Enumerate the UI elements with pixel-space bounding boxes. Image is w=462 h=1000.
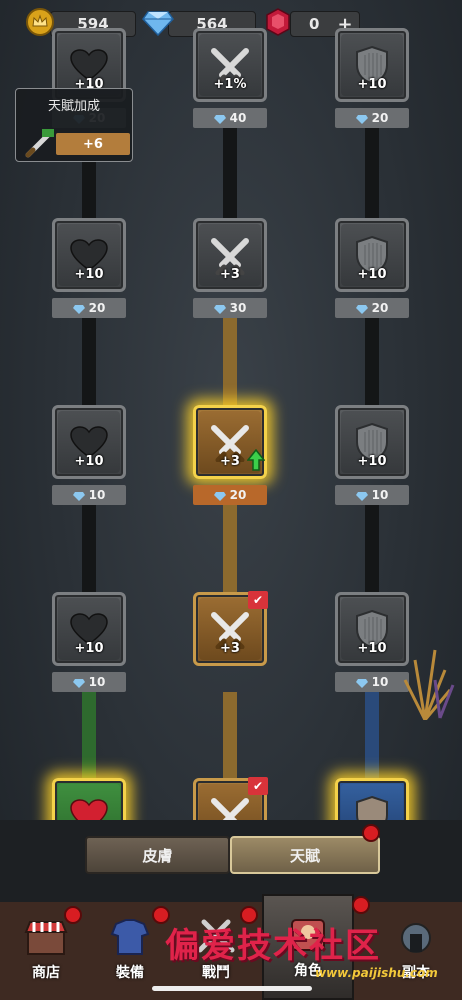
node-cost: 20 <box>193 485 267 505</box>
left-track <box>82 318 96 406</box>
cost-value: 20 <box>88 301 106 315</box>
node-value: +3 <box>220 267 240 282</box>
armor-icon <box>110 919 150 955</box>
cost-value: 10 <box>371 675 389 689</box>
node-value: +10 <box>357 641 387 656</box>
node-value: +10 <box>357 77 387 92</box>
talent-node-attack[interactable]: +3 <box>193 218 267 292</box>
talent-bonus-card: 天賦加成 +6 <box>15 88 133 162</box>
notification-dot <box>362 824 380 842</box>
sword-icon <box>24 129 56 159</box>
diamond-icon <box>355 303 368 314</box>
left-track <box>82 160 96 218</box>
node-value: +10 <box>74 454 104 469</box>
cost-value: 10 <box>88 488 106 502</box>
cost-value: 20 <box>371 301 389 315</box>
node-value: +10 <box>357 454 387 469</box>
right-track <box>365 505 379 593</box>
tab-skin-label: 皮膚 <box>142 846 173 865</box>
grass-decoration <box>403 649 455 720</box>
talent-node-health[interactable]: +10 <box>52 218 126 292</box>
watermark: 偏爱技术社区 www.paijishu.com <box>165 918 455 988</box>
watermark-url: www.paijishu.com <box>315 966 438 980</box>
right-track-active <box>365 692 379 780</box>
nav-shop-label: 商店 <box>32 965 60 981</box>
diamond-icon <box>72 490 85 501</box>
node-cost: 30 <box>193 298 267 318</box>
diamond-icon <box>72 303 85 314</box>
node-value: +10 <box>74 267 104 282</box>
notification-dot <box>64 906 82 924</box>
bonus-value: +6 <box>56 133 130 155</box>
talent-node-health[interactable]: +10 <box>52 592 126 666</box>
node-cost: 20 <box>52 298 126 318</box>
diamond-icon <box>213 303 226 314</box>
watermark-text: 偏爱技术社区 <box>165 926 381 966</box>
cost-value: 20 <box>371 111 389 125</box>
node-value: +1% <box>213 77 247 92</box>
nav-equip-label: 裝備 <box>116 965 144 981</box>
node-cost: 40 <box>193 108 267 128</box>
talent-node-attack-unlocked[interactable]: +3 ✔ <box>193 591 268 666</box>
mid-track-active <box>223 505 237 593</box>
diamond-icon <box>355 490 368 501</box>
cost-value: 10 <box>371 488 389 502</box>
checkmark-icon: ✔ <box>248 777 268 795</box>
tab-talent[interactable]: 天賦 <box>230 836 380 874</box>
node-cost: 20 <box>335 108 409 128</box>
upgrade-arrow-icon <box>247 449 265 471</box>
sub-tabs: 皮膚 天賦 <box>0 820 462 902</box>
talent-node-armor[interactable]: +10 <box>335 218 409 292</box>
cost-value: 20 <box>229 488 247 502</box>
node-cost: 10 <box>52 485 126 505</box>
mid-track-active <box>223 318 237 406</box>
talent-node-attack-upgradable[interactable]: +3 <box>193 405 267 479</box>
tab-talent-label: 天賦 <box>289 846 320 865</box>
talent-node-crit[interactable]: +1% <box>193 28 267 102</box>
diamond-icon <box>355 677 368 688</box>
right-track <box>365 128 379 218</box>
notification-dot <box>352 896 370 914</box>
bonus-title: 天賦加成 <box>47 99 100 114</box>
cost-value: 10 <box>88 675 106 689</box>
shop-icon <box>24 921 68 955</box>
mid-track <box>223 128 237 218</box>
left-track <box>82 505 96 593</box>
talent-node-armor[interactable]: +10 <box>335 405 409 479</box>
talent-node-health[interactable]: +10 <box>52 405 126 479</box>
tab-skin[interactable]: 皮膚 <box>85 836 230 874</box>
mid-track-active <box>223 692 237 780</box>
diamond-icon <box>142 6 174 38</box>
left-track-active <box>82 692 96 780</box>
diamond-icon <box>213 113 226 124</box>
node-value: +10 <box>74 641 104 656</box>
node-value: +10 <box>357 267 387 282</box>
checkmark-icon: ✔ <box>248 591 268 609</box>
node-cost: 10 <box>52 672 126 692</box>
right-track <box>365 318 379 406</box>
node-value: +3 <box>220 641 240 656</box>
cost-value: 40 <box>229 111 247 125</box>
node-cost: 20 <box>335 298 409 318</box>
diamond-icon <box>213 490 226 501</box>
ruby-amount: 0 <box>309 15 320 33</box>
diamond-icon <box>355 113 368 124</box>
cost-value: 30 <box>229 301 247 315</box>
home-indicator[interactable] <box>152 986 312 991</box>
node-cost: 10 <box>335 485 409 505</box>
talent-node-armor[interactable]: +10 <box>335 28 409 102</box>
diamond-icon <box>72 677 85 688</box>
